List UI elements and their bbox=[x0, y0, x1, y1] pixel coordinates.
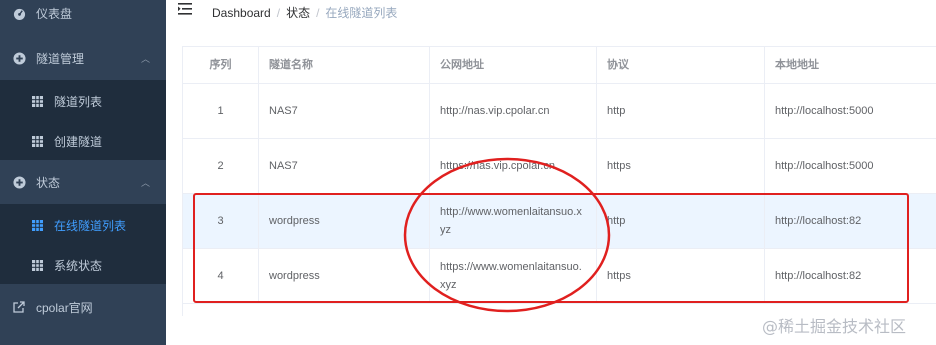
sidebar-item-dashboard[interactable]: 仪表盘 bbox=[0, 0, 166, 26]
header-local-address: 本地地址 bbox=[765, 47, 936, 83]
cell-local-address: http://localhost:82 bbox=[765, 249, 936, 303]
cell-index: 4 bbox=[183, 249, 259, 303]
cell-tunnel-name: NAS7 bbox=[259, 84, 430, 138]
sidebar-item-tunnel-management[interactable]: 隧道管理 ︿ bbox=[0, 38, 166, 78]
header-index: 序列 bbox=[183, 47, 259, 83]
watermark: @稀土掘金技术社区 bbox=[762, 317, 907, 336]
sidebar-item-create-tunnel[interactable]: 创建隧道 bbox=[0, 122, 166, 160]
grid-icon bbox=[30, 94, 44, 108]
breadcrumb-current: 在线隧道列表 bbox=[325, 6, 398, 20]
cell-index: 1 bbox=[183, 84, 259, 138]
header-protocol: 协议 bbox=[597, 47, 765, 83]
cell-local-address: http://localhost:5000 bbox=[765, 139, 936, 193]
sidebar-item-tunnel-list[interactable]: 隧道列表 bbox=[0, 80, 166, 122]
sidebar: 仪表盘 隧道管理 ︿ 隧道列表 创建隧道 状态 ︿ 在线隧道列表 系统状态 cp… bbox=[0, 0, 166, 345]
cell-protocol: https bbox=[597, 139, 765, 193]
cell-protocol: https bbox=[597, 249, 765, 303]
plus-circle-icon bbox=[12, 175, 26, 189]
sidebar-item-label: 创建隧道 bbox=[54, 134, 103, 149]
grid-icon bbox=[30, 218, 44, 232]
header-tunnel-name: 隧道名称 bbox=[259, 47, 430, 83]
grid-icon bbox=[30, 258, 44, 272]
breadcrumb-status[interactable]: 状态 bbox=[286, 4, 310, 21]
cell-index: 2 bbox=[183, 139, 259, 193]
external-link-icon bbox=[12, 300, 26, 314]
annotation-ellipse bbox=[403, 157, 611, 313]
sidebar-item-label: 隧道列表 bbox=[54, 94, 103, 109]
cell-protocol: http bbox=[597, 194, 765, 248]
header-public-url: 公网地址 bbox=[430, 47, 597, 83]
cell-index: 3 bbox=[183, 194, 259, 248]
breadcrumb-separator: / bbox=[276, 5, 281, 20]
table-row[interactable]: 1 NAS7 http://nas.vip.cpolar.cn http htt… bbox=[183, 84, 936, 139]
dashboard-icon bbox=[12, 6, 26, 20]
breadcrumb: Dashboard / 状态 / 在线隧道列表 bbox=[212, 4, 397, 21]
sidebar-item-cpolar-site[interactable]: cpolar官网 bbox=[0, 286, 166, 328]
chevron-up-icon: ︿ bbox=[140, 53, 150, 64]
cell-local-address: http://localhost:82 bbox=[765, 194, 936, 248]
sidebar-item-online-tunnels[interactable]: 在线隧道列表 bbox=[0, 204, 166, 246]
sidebar-item-label: 系统状态 bbox=[54, 258, 103, 273]
navbar: Dashboard / 状态 / 在线隧道列表 bbox=[166, 0, 936, 22]
sidebar-item-label: 隧道管理 bbox=[36, 51, 85, 66]
plus-circle-icon bbox=[12, 51, 26, 65]
sidebar-item-system-status[interactable]: 系统状态 bbox=[0, 246, 166, 284]
sidebar-item-label: 在线隧道列表 bbox=[54, 218, 127, 233]
chevron-up-icon: ︿ bbox=[140, 177, 150, 188]
hamburger-icon[interactable] bbox=[178, 3, 192, 15]
cell-public-url: http://nas.vip.cpolar.cn bbox=[430, 84, 597, 138]
sidebar-item-label: 状态 bbox=[36, 175, 61, 190]
grid-icon bbox=[30, 134, 44, 148]
table-header: 序列 隧道名称 公网地址 协议 本地地址 bbox=[183, 47, 936, 84]
sidebar-item-label: 仪表盘 bbox=[36, 6, 73, 21]
sidebar-item-label: cpolar官网 bbox=[36, 300, 93, 315]
cell-local-address: http://localhost:5000 bbox=[765, 84, 936, 138]
sidebar-item-status[interactable]: 状态 ︿ bbox=[0, 162, 166, 202]
cell-protocol: http bbox=[597, 84, 765, 138]
breadcrumb-dashboard[interactable]: Dashboard bbox=[212, 6, 271, 20]
breadcrumb-separator: / bbox=[316, 5, 320, 20]
